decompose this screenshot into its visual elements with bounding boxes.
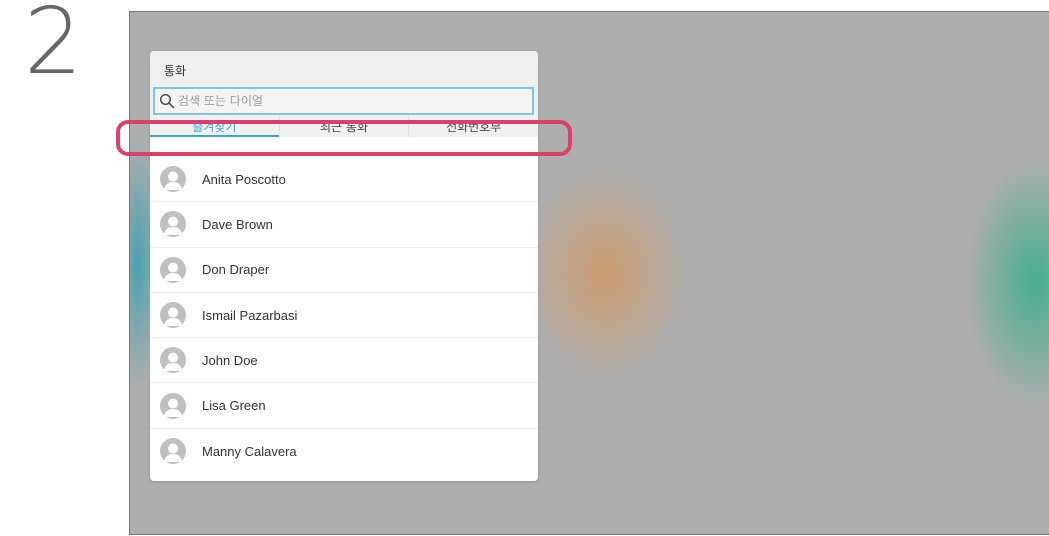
search-input[interactable] — [175, 94, 532, 108]
contact-name: Lisa Green — [202, 398, 266, 414]
tab-bar-highlight-callout — [116, 120, 572, 156]
search-icon — [159, 93, 175, 109]
contact-item[interactable]: John Doe — [150, 338, 538, 384]
person-avatar-icon — [160, 438, 186, 465]
call-panel: 통화 즐겨찾기 최근 통화 전화번호부 Anita Poscotto — [150, 51, 538, 481]
person-avatar-icon — [160, 256, 186, 283]
contact-item[interactable]: Ismail Pazarbasi — [150, 293, 538, 339]
person-avatar-icon — [160, 347, 186, 374]
contact-name: Ismail Pazarbasi — [202, 307, 298, 323]
contact-item[interactable]: Manny Calavera — [150, 429, 538, 474]
contact-name: Don Draper — [202, 262, 270, 278]
panel-title: 통화 — [164, 64, 187, 78]
contact-item[interactable]: Anita Poscotto — [150, 157, 538, 203]
contact-name: Manny Calavera — [202, 443, 297, 459]
step-number: 2 — [24, 0, 83, 95]
person-avatar-icon — [160, 166, 186, 193]
person-avatar-icon — [160, 302, 186, 329]
search-box[interactable] — [153, 87, 534, 115]
contact-list: Anita Poscotto Dave Brown Don Draper Ism… — [150, 157, 538, 474]
contact-item[interactable]: Dave Brown — [150, 202, 538, 248]
person-avatar-icon — [160, 392, 186, 419]
person-avatar-icon — [160, 211, 186, 238]
contact-name: Dave Brown — [202, 216, 273, 232]
contact-item[interactable]: Lisa Green — [150, 383, 538, 429]
contact-name: John Doe — [202, 352, 258, 368]
contact-item[interactable]: Don Draper — [150, 248, 538, 293]
contact-name: Anita Poscotto — [202, 171, 286, 187]
